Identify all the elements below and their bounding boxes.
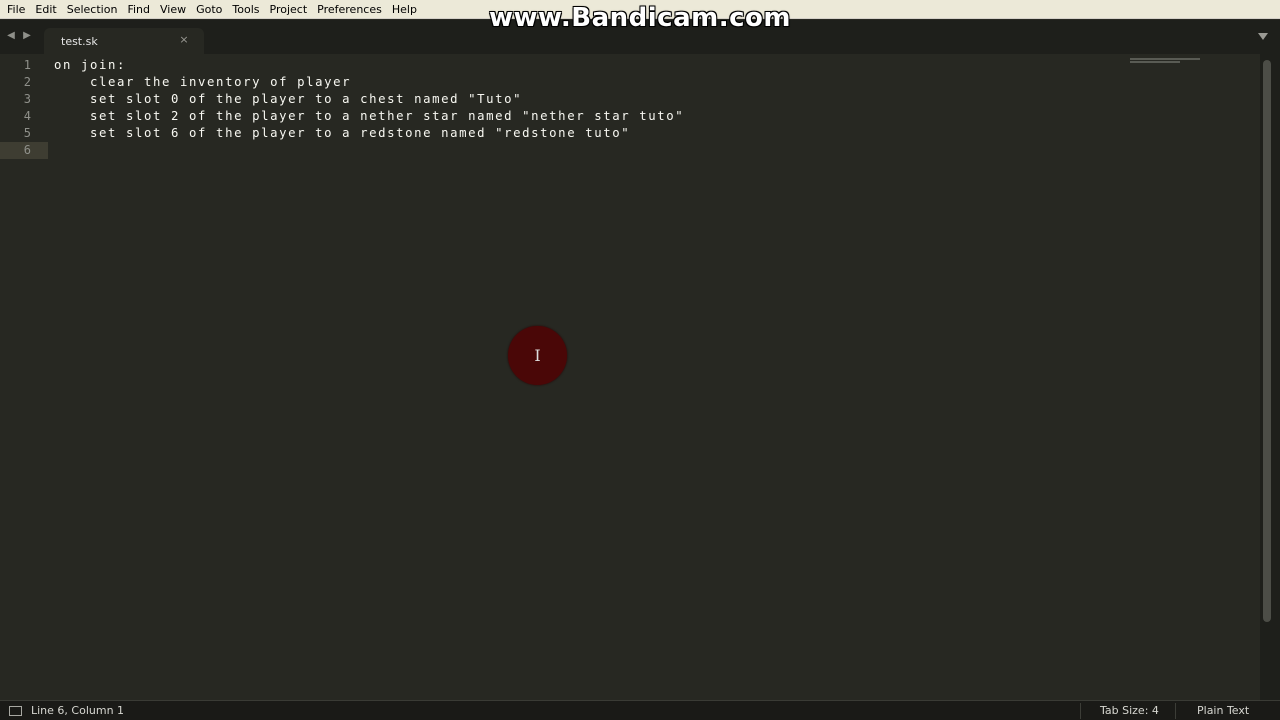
line-number: 2 <box>23 75 31 89</box>
tab-size-indicator[interactable]: Tab Size: 4 <box>1100 704 1159 717</box>
code-line[interactable]: set slot 2 of the player to a nether sta… <box>54 108 684 125</box>
click-highlight: I <box>508 326 567 385</box>
line-number: 5 <box>23 126 31 140</box>
menu-tools[interactable]: Tools <box>227 0 264 19</box>
code-line[interactable]: clear the inventory of player <box>54 74 684 91</box>
close-icon[interactable]: × <box>178 34 190 46</box>
code-content[interactable]: on join: clear the inventory of player s… <box>54 57 684 159</box>
menu-preferences[interactable]: Preferences <box>312 0 387 19</box>
code-line[interactable]: set slot 0 of the player to a chest name… <box>54 91 684 108</box>
cursor-position: Line 6, Column 1 <box>31 704 125 717</box>
menu-file[interactable]: File <box>2 0 30 19</box>
tab-test-sk[interactable]: test.sk × <box>44 28 204 54</box>
syntax-indicator[interactable]: Plain Text <box>1197 704 1249 717</box>
line-number-gutter: 1 2 3 4 5 6 <box>0 57 48 159</box>
scroll-thumb[interactable] <box>1263 60 1271 622</box>
line-number: 3 <box>23 92 31 106</box>
vertical-scrollbar[interactable] <box>1260 54 1280 700</box>
line-number: 4 <box>23 109 31 123</box>
status-divider <box>1175 703 1176 719</box>
status-divider <box>1080 703 1081 719</box>
panel-icon[interactable] <box>9 706 22 716</box>
ibeam-cursor-icon: I <box>534 346 541 365</box>
code-line[interactable] <box>54 142 684 159</box>
menu-bar: File Edit Selection Find View Goto Tools… <box>0 0 1280 19</box>
minimap-line <box>1130 58 1200 60</box>
code-line[interactable]: set slot 6 of the player to a redstone n… <box>54 125 684 142</box>
menu-find[interactable]: Find <box>122 0 155 19</box>
code-line[interactable]: on join: <box>54 57 684 74</box>
menu-edit[interactable]: Edit <box>30 0 61 19</box>
tab-nav: ◀ ▶ <box>6 30 32 42</box>
tab-label: test.sk <box>61 34 98 48</box>
line-number: 6 <box>23 143 31 157</box>
editor-area[interactable]: 1 2 3 4 5 6 on join: clear the inventory… <box>0 54 1260 700</box>
menu-selection[interactable]: Selection <box>62 0 123 19</box>
chevron-right-icon[interactable]: ▶ <box>22 30 32 42</box>
menu-help[interactable]: Help <box>387 0 422 19</box>
caret-down-icon[interactable] <box>1258 33 1268 40</box>
chevron-left-icon[interactable]: ◀ <box>6 30 16 42</box>
minimap-line <box>1130 61 1180 63</box>
line-number: 1 <box>23 58 31 72</box>
menu-goto[interactable]: Goto <box>191 0 227 19</box>
menu-project[interactable]: Project <box>265 0 313 19</box>
menu-view[interactable]: View <box>155 0 191 19</box>
minimap[interactable] <box>1130 58 1202 68</box>
status-bar: Line 6, Column 1 Tab Size: 4 Plain Text <box>0 700 1280 720</box>
tab-bar: ◀ ▶ test.sk × <box>0 20 1280 54</box>
